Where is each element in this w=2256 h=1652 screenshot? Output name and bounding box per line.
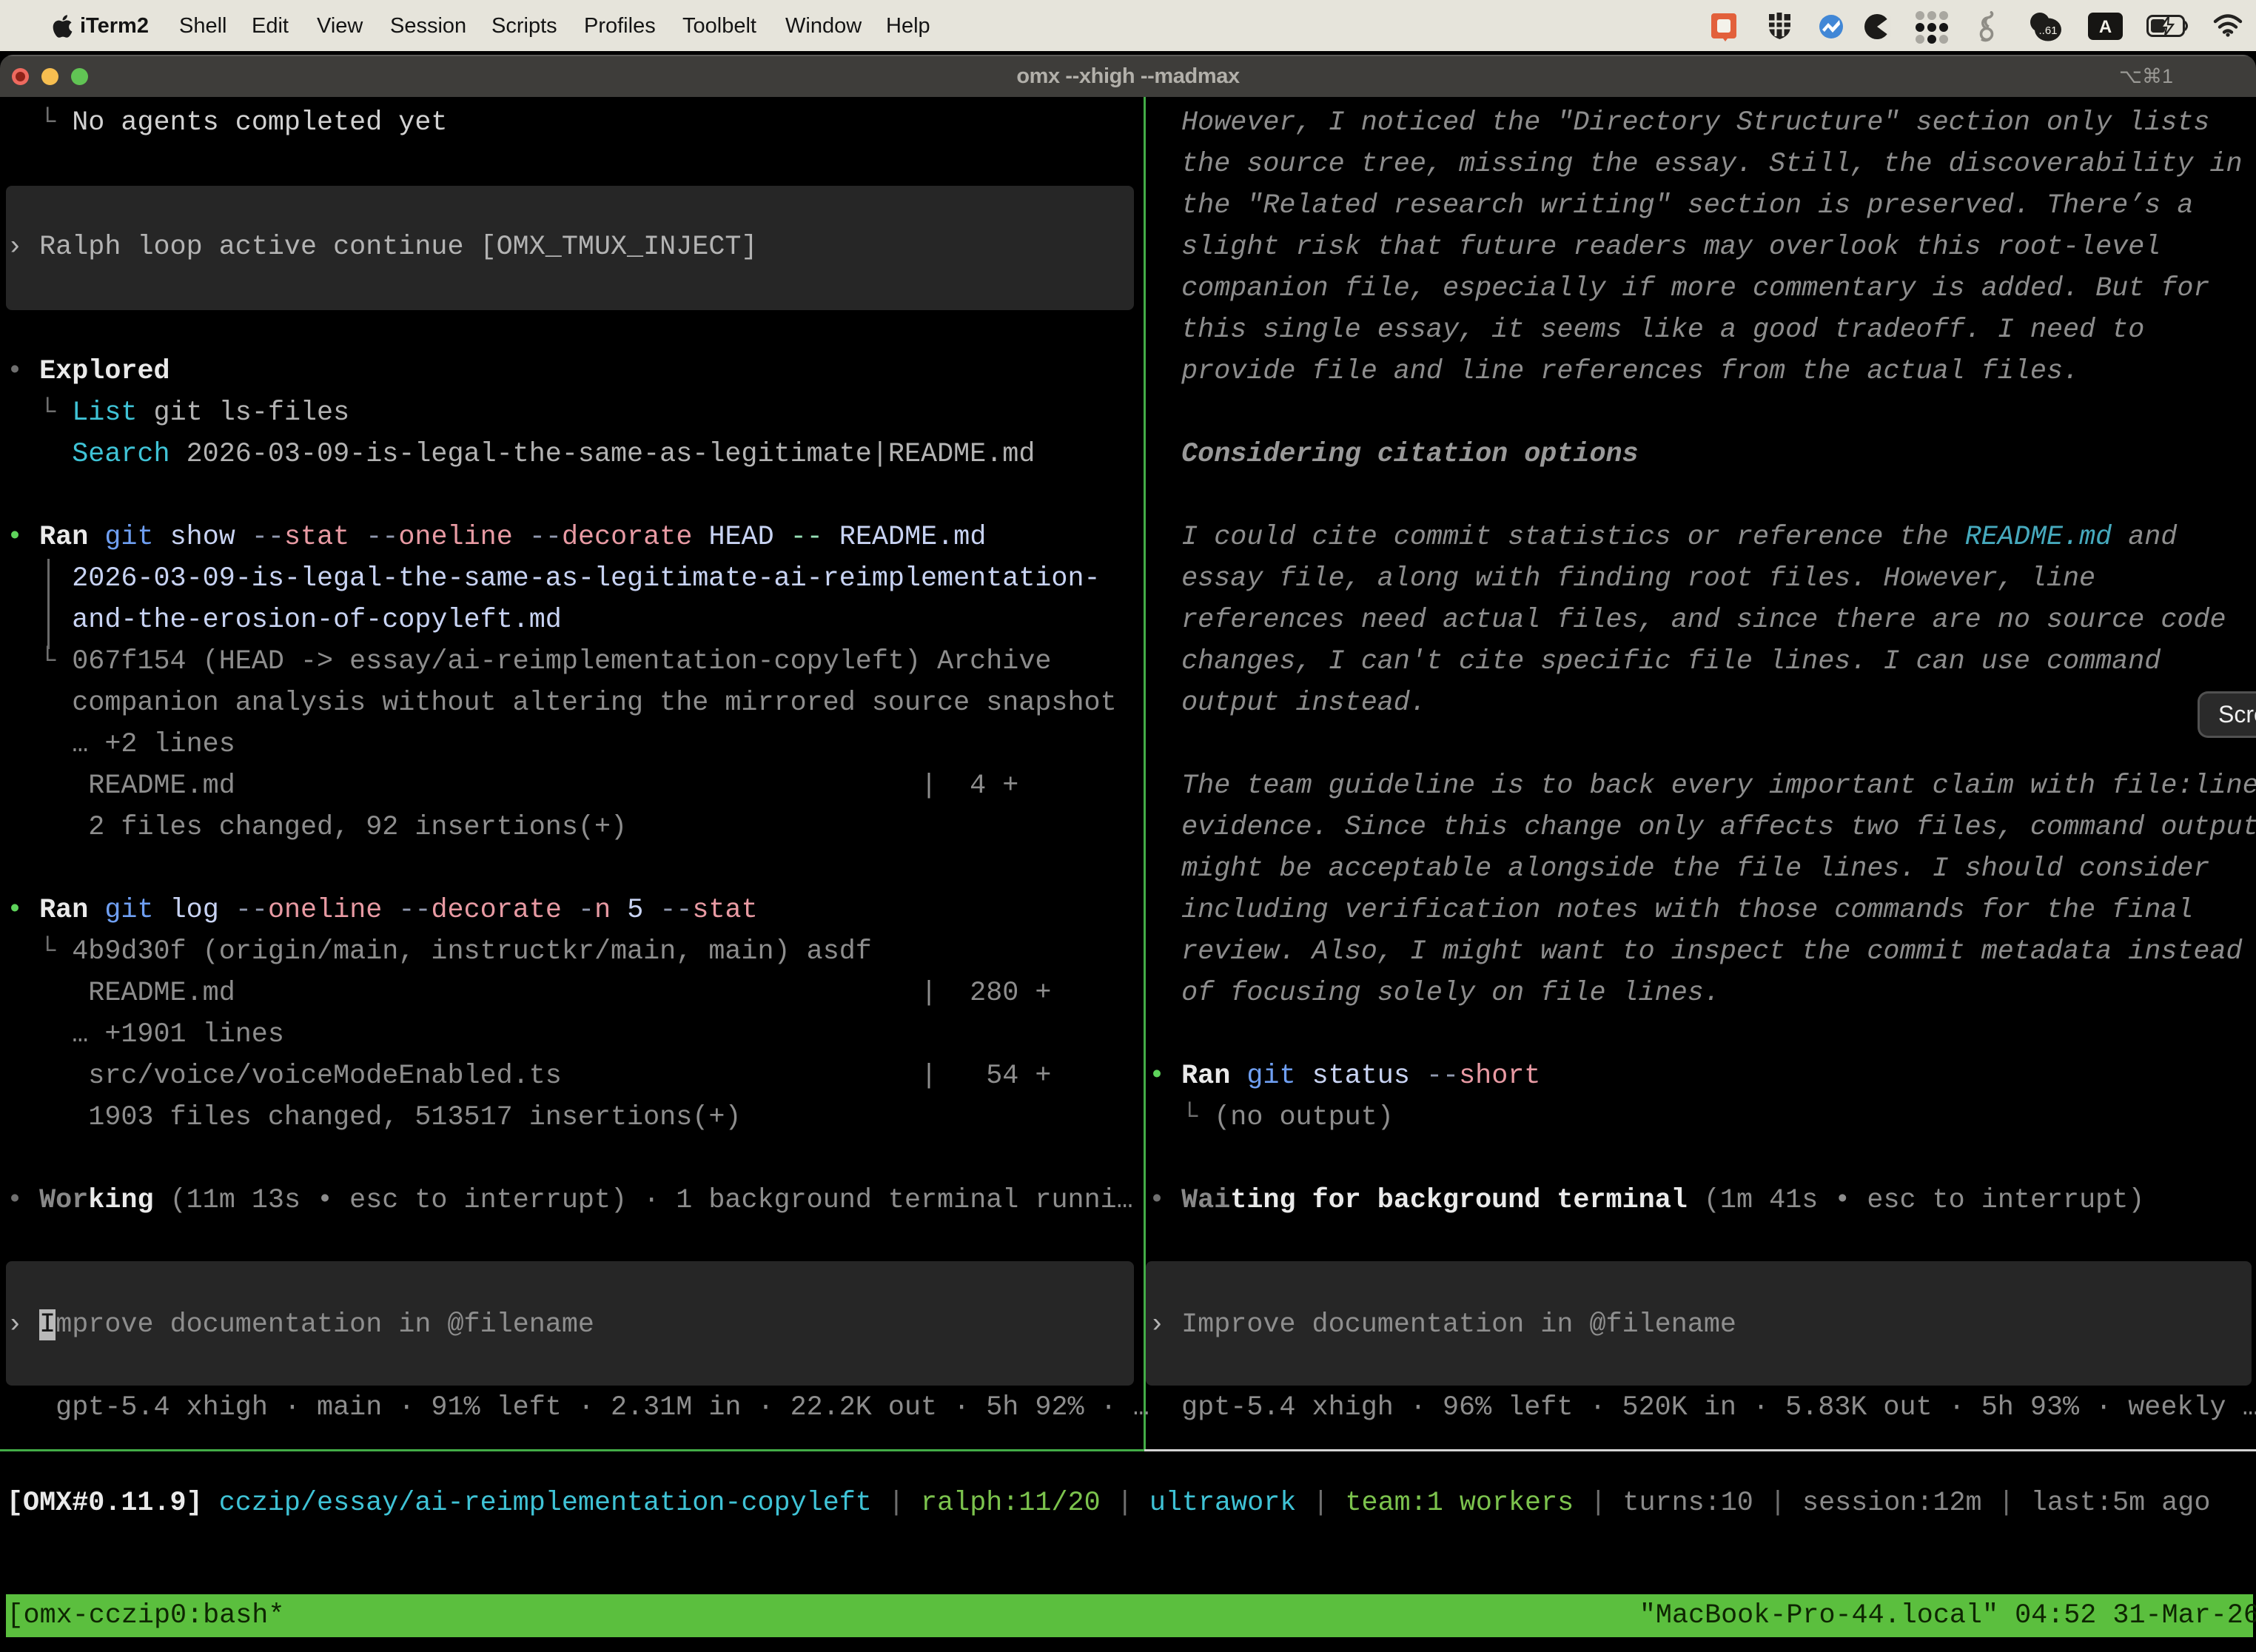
svg-text:A: A [2099,17,2112,37]
svg-text:..61: ..61 [2038,24,2057,37]
